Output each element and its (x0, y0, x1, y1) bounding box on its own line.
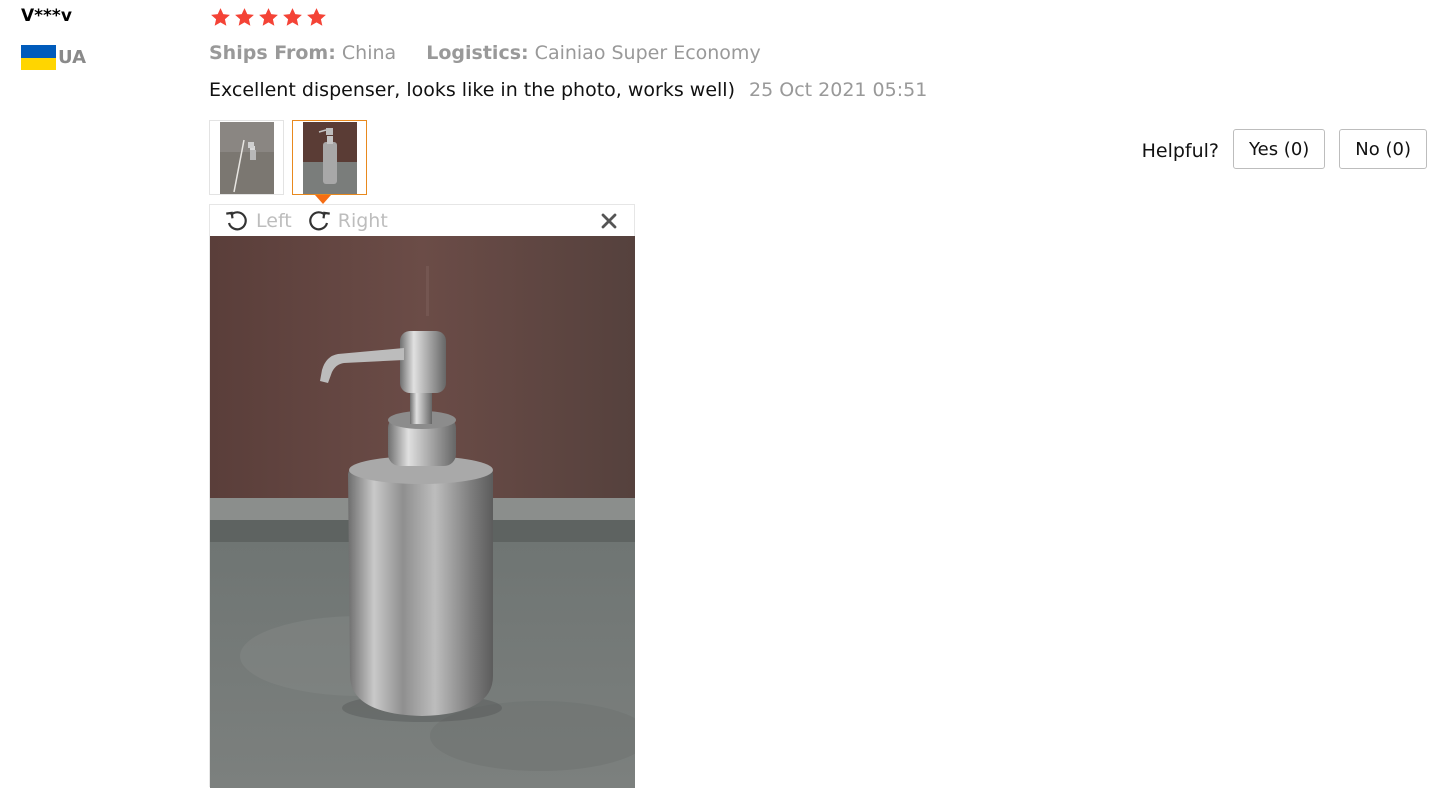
reviewer-country: UA (21, 45, 86, 70)
ukraine-flag-icon (21, 45, 56, 70)
rotate-left-icon (226, 210, 247, 230)
star-icon (283, 8, 302, 26)
photo-viewer: Left Right (209, 204, 635, 788)
rotate-left-button[interactable]: Left (224, 208, 292, 234)
rotate-right-button[interactable]: Right (306, 208, 388, 234)
star-icon (307, 8, 326, 26)
rotate-right-label: Right (337, 209, 388, 232)
ships-from-value: China (341, 42, 397, 64)
helpful-label: Helpful? (1141, 140, 1220, 162)
review-text: Excellent dispenser, looks like in the p… (209, 79, 735, 101)
close-icon[interactable] (600, 212, 618, 230)
review-photo-thumbnail-1[interactable] (209, 120, 284, 195)
rotate-left-label: Left (256, 209, 292, 232)
helpful-yes-button[interactable]: Yes (0) (1233, 129, 1326, 169)
active-thumbnail-pointer (315, 195, 331, 204)
star-icon (211, 8, 230, 26)
logistics-label: Logistics: (426, 42, 529, 64)
star-icon (259, 8, 278, 26)
rotate-right-icon (308, 210, 330, 230)
photo-viewer-toolbar: Left Right (210, 205, 634, 236)
dispenser-photo-thumbnail-image (219, 121, 274, 194)
dispenser-photo-thumbnail-image (302, 121, 357, 194)
country-code: UA (58, 47, 86, 68)
reviewer-name: V***v (21, 6, 72, 26)
helpful-vote: Helpful? Yes (0) No (0) (1142, 129, 1427, 169)
ships-from-label: Ships From: (209, 42, 336, 64)
shipping-info: Ships From: China Logistics: Cainiao Sup… (209, 42, 761, 64)
star-icon (235, 8, 254, 26)
review-photo-thumbnail-2[interactable] (292, 120, 367, 195)
review-date: 25 Oct 2021 05:51 (749, 79, 928, 101)
review-photo-thumbnails (209, 120, 367, 204)
review-body: Excellent dispenser, looks like in the p… (209, 79, 927, 101)
review-photo-large (210, 236, 635, 788)
helpful-no-button[interactable]: No (0) (1339, 129, 1427, 169)
logistics-value: Cainiao Super Economy (534, 42, 761, 64)
star-rating (209, 6, 328, 29)
